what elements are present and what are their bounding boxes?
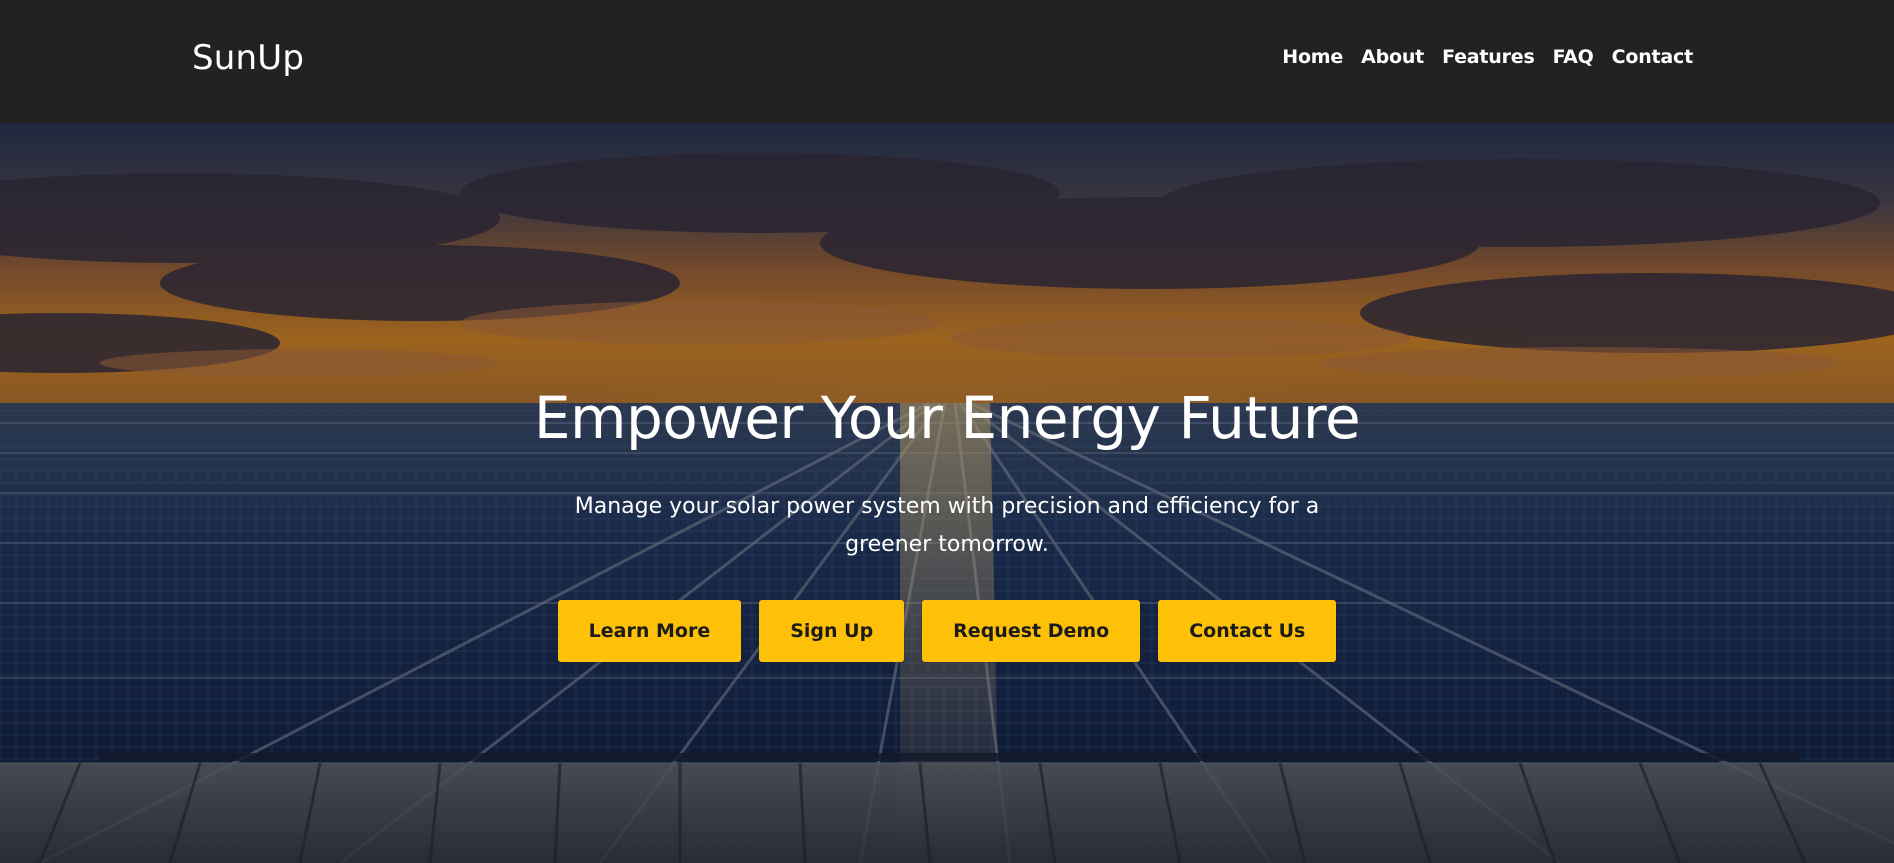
nav-link-contact[interactable]: Contact — [1612, 46, 1694, 68]
hero-button-row: Learn More Sign Up Request Demo Contact … — [0, 600, 1894, 662]
nav-item-about: About — [1361, 44, 1424, 70]
navbar: SunUp Home About Features FAQ Contact — [0, 0, 1894, 123]
hero-content: Empower Your Energy Future Manage your s… — [0, 123, 1894, 863]
hero-subtitle: Manage your solar power system with prec… — [574, 494, 1320, 557]
nav-item-contact: Contact — [1612, 44, 1694, 70]
nav-item-home: Home — [1282, 44, 1343, 70]
nav-link-faq[interactable]: FAQ — [1553, 46, 1594, 68]
learn-more-button[interactable]: Learn More — [557, 600, 742, 662]
hero-title: Empower Your Energy Future — [533, 384, 1361, 452]
nav-links: Home About Features FAQ Contact — [1282, 44, 1693, 70]
nav-link-about[interactable]: About — [1361, 46, 1424, 68]
brand-logo[interactable]: SunUp — [192, 36, 304, 80]
nav-link-features[interactable]: Features — [1442, 46, 1535, 68]
sign-up-button[interactable]: Sign Up — [759, 600, 905, 662]
contact-us-button[interactable]: Contact Us — [1158, 600, 1337, 662]
nav-item-features: Features — [1442, 44, 1535, 70]
nav-link-home[interactable]: Home — [1282, 46, 1343, 68]
page: SunUp Home About Features FAQ Contact Em… — [0, 0, 1894, 863]
request-demo-button[interactable]: Request Demo — [922, 600, 1141, 662]
nav-item-faq: FAQ — [1553, 44, 1594, 70]
hero-section: Empower Your Energy Future Manage your s… — [0, 123, 1894, 863]
